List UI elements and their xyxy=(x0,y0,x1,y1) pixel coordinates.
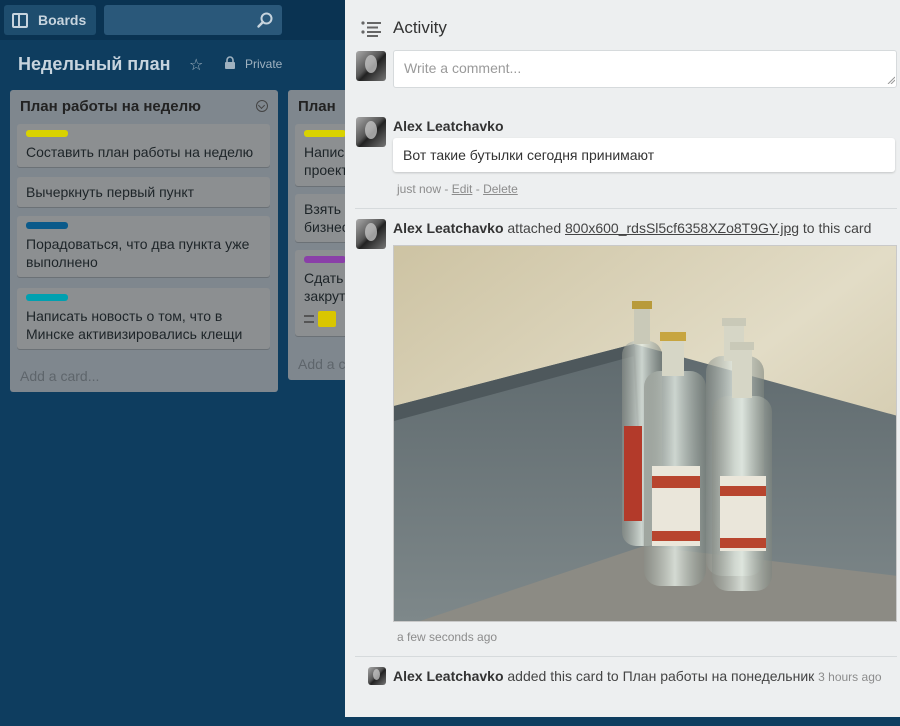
boards-button[interactable]: Boards xyxy=(4,5,96,35)
list-title[interactable]: План xyxy=(298,98,336,115)
card-label xyxy=(304,256,346,263)
card-label xyxy=(26,222,68,229)
card[interactable]: Написать новость о том, что в Минске акт… xyxy=(17,288,270,349)
attachment-time: a few seconds ago xyxy=(397,630,498,644)
added-text: added this card to План работы на понеде… xyxy=(507,668,815,684)
delete-link[interactable]: Delete xyxy=(483,182,518,196)
card-label xyxy=(26,130,68,137)
card[interactable]: Порадоваться, что два пункта уже выполне… xyxy=(17,216,270,277)
star-icon[interactable]: ☆ xyxy=(189,55,203,75)
avatar[interactable] xyxy=(356,219,386,249)
card-text: Вычеркнуть первый пункт xyxy=(26,184,195,200)
add-card-button[interactable]: Add a card... xyxy=(20,368,99,384)
activity-list-icon xyxy=(361,21,381,37)
list-menu-icon[interactable] xyxy=(256,100,268,112)
attach-suffix: to this card xyxy=(802,220,872,236)
card-text: Напис проект xyxy=(304,144,348,178)
card-text: Порадоваться, что два пункта уже выполне… xyxy=(26,236,250,270)
edit-link[interactable]: Edit xyxy=(452,182,473,196)
author-name[interactable]: Alex Leatchavko xyxy=(393,668,504,684)
activity-panel: Activity Alex Leatchavko Вот такие бутыл… xyxy=(345,0,900,717)
description-icon xyxy=(304,315,314,323)
attach-verb: attached xyxy=(507,220,562,236)
comment-text: Вот такие бутылки сегодня принимают xyxy=(393,138,895,172)
add-card-button[interactable]: Add a c xyxy=(298,356,345,372)
meta-separator: - xyxy=(472,182,484,196)
card-label xyxy=(304,130,346,137)
visibility-label[interactable]: Private xyxy=(245,57,282,71)
attachment-activity-line: Alex Leatchavko attached 800x600_rdsSl5c… xyxy=(393,220,871,236)
activity-title: Activity xyxy=(393,18,447,37)
card-label xyxy=(26,294,68,301)
card[interactable]: Составить план работы на неделю xyxy=(17,124,270,167)
activity-author-line: Alex Leatchavko xyxy=(393,118,504,134)
card-text: Составить план работы на неделю xyxy=(26,144,254,160)
lock-icon xyxy=(225,56,235,69)
meta-separator: - xyxy=(441,182,452,196)
avatar[interactable] xyxy=(368,667,386,685)
list: План работы на неделю Составить план раб… xyxy=(10,90,278,392)
boards-button-label: Boards xyxy=(38,12,87,28)
author-name[interactable]: Alex Leatchavko xyxy=(393,118,504,134)
attachment-photo-drawing xyxy=(394,246,896,621)
attachment-link[interactable]: 800x600_rdsSl5cf6358XZo8T9GY.jpg xyxy=(565,220,799,236)
card-text: Написать новость о том, что в Минске акт… xyxy=(26,308,243,342)
attachment-image[interactable] xyxy=(393,245,897,622)
boards-icon xyxy=(12,12,28,28)
author-name[interactable]: Alex Leatchavko xyxy=(393,220,504,236)
card-text: Взять бизнес xyxy=(304,201,349,235)
due-date-icon xyxy=(318,311,336,327)
divider xyxy=(355,208,897,209)
list-title[interactable]: План работы на неделю xyxy=(20,98,201,115)
card-text: Сдать закрут xyxy=(304,270,346,304)
resize-handle-icon[interactable] xyxy=(887,76,895,84)
added-activity-line: Alex Leatchavko added this card to План … xyxy=(393,668,882,684)
search-icon xyxy=(257,12,273,28)
comment-time: just now xyxy=(397,182,442,196)
search-input[interactable] xyxy=(104,5,282,35)
divider xyxy=(355,656,897,657)
card[interactable]: Вычеркнуть первый пункт xyxy=(17,177,270,207)
list: План Напис проект Взять бизнес Сдать зак… xyxy=(288,90,355,380)
avatar[interactable] xyxy=(356,51,386,81)
board-title[interactable]: Недельный план xyxy=(18,54,170,75)
avatar[interactable] xyxy=(356,117,386,147)
added-time: 3 hours ago xyxy=(818,670,882,684)
comment-input[interactable] xyxy=(393,50,897,88)
comment-meta: just now - Edit - Delete xyxy=(397,182,518,196)
